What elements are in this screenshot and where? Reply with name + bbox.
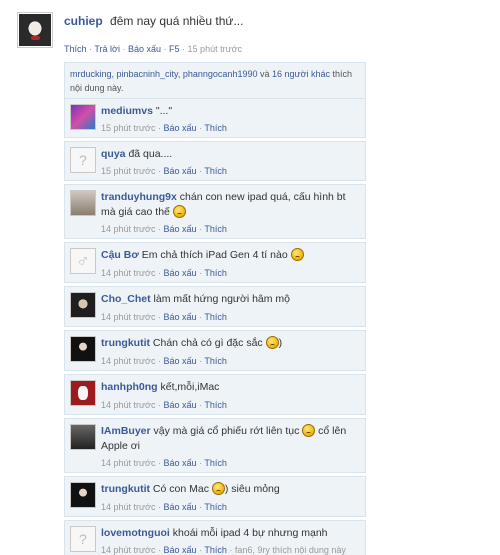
comment-item: lovemotnguoi khoái mỗi ipad 4 bự nhưng m…: [64, 520, 366, 555]
comment-item: ♂ Cậu Bơ Em chả thích iPad Gen 4 tí nào …: [64, 242, 366, 283]
post-text: đêm nay quá nhiều thứ...: [110, 14, 244, 28]
comment-time: 14 phút trước: [101, 400, 156, 410]
post-author-avatar[interactable]: [17, 12, 53, 48]
male-icon: ♂: [71, 249, 95, 273]
sad-emoticon-icon: [302, 424, 316, 437]
comment-item: mediumvs "..." 15 phút trước · Báo xấu ·…: [64, 98, 366, 138]
post-report-link[interactable]: Báo xấu: [128, 44, 161, 54]
comment-text: vậy mà giá cổ phiếu rớt liên tục: [153, 425, 300, 437]
post-f5-link[interactable]: F5: [169, 44, 180, 54]
comment-avatar[interactable]: ♂: [70, 248, 96, 274]
like-link[interactable]: Thích: [204, 268, 227, 278]
comment-text: đã qua....: [128, 148, 173, 160]
comment-time: 15 phút trước: [101, 166, 156, 176]
comment-item: hanhph0ng kết,mỗi,iMac 14 phút trước · B…: [64, 374, 366, 415]
comment-avatar[interactable]: [70, 104, 96, 130]
like-link[interactable]: Thích: [204, 312, 227, 322]
comment-avatar[interactable]: [70, 380, 96, 406]
like-link[interactable]: Thích: [204, 545, 227, 555]
post-author-link[interactable]: cuhiep: [64, 14, 103, 28]
report-link[interactable]: Báo xấu: [163, 458, 196, 468]
comment-likes: fan6, 9ry thích nội dung này: [234, 545, 346, 555]
post-time: 15 phút trước: [187, 44, 242, 54]
comment-time: 14 phút trước: [101, 356, 156, 366]
comment-author[interactable]: Cho_Chet: [101, 293, 151, 305]
likes-summary: mrducking, pinbacninh_city, phanngocanh1…: [64, 62, 366, 100]
report-link[interactable]: Báo xấu: [163, 123, 196, 133]
comment-avatar[interactable]: [70, 147, 96, 173]
comment-time: 14 phút trước: [101, 312, 156, 322]
like-link[interactable]: Thích: [204, 356, 227, 366]
report-link[interactable]: Báo xấu: [163, 502, 196, 512]
report-link[interactable]: Báo xấu: [163, 224, 196, 234]
sad-emoticon-icon: [290, 248, 304, 261]
like-link[interactable]: Thích: [204, 166, 227, 176]
post-actions: Thích · Trả lời · Báo xấu · F5 · 15 phút…: [64, 44, 242, 54]
comment-avatar[interactable]: [70, 424, 96, 450]
purple-icon: [71, 105, 95, 129]
comment-author[interactable]: trungkutit: [101, 337, 150, 349]
comment-author[interactable]: trungkutit: [101, 483, 150, 495]
comment-text: Có con Mac: [152, 483, 209, 495]
report-link[interactable]: Báo xấu: [163, 400, 196, 410]
comment-time: 14 phút trước: [101, 502, 156, 512]
smile-emoticon-icon: [211, 482, 225, 495]
comment-list: mediumvs "..." 15 phút trước · Báo xấu ·…: [64, 98, 366, 555]
report-link[interactable]: Báo xấu: [163, 166, 196, 176]
report-link[interactable]: Báo xấu: [163, 312, 196, 322]
comment-item: IAmBuyer vậy mà giá cổ phiếu rớt liên tụ…: [64, 418, 366, 473]
comment-text: Em chả thích iPad Gen 4 tí nào: [141, 249, 288, 261]
red-icon: [71, 381, 95, 405]
comment-item: trungkutit Có con Mac ) siêu mỏng 14 phú…: [64, 476, 366, 517]
comment-time: 15 phút trước: [101, 123, 156, 133]
dark-icon: [71, 293, 95, 317]
comment-item: Cho_Chet làm mất hứng người hâm mộ 14 ph…: [64, 286, 366, 327]
comment-author[interactable]: IAmBuyer: [101, 425, 151, 437]
likers-links[interactable]: mrducking, pinbacninh_city, phanngocanh1…: [70, 69, 257, 79]
placeholder-icon: [71, 527, 95, 551]
like-link[interactable]: Thích: [204, 502, 227, 512]
comment-text: "...": [155, 105, 173, 117]
report-link[interactable]: Báo xấu: [163, 545, 196, 555]
comment-item: quya đã qua.... 15 phút trước · Báo xấu …: [64, 141, 366, 181]
dark2-icon: [71, 337, 95, 361]
comment-author[interactable]: tranduyhung9x: [101, 191, 177, 203]
comment-author[interactable]: Cậu Bơ: [101, 249, 139, 261]
other-likers-link[interactable]: 16 người khác: [272, 69, 330, 79]
comment-time: 14 phút trước: [101, 224, 156, 234]
comment-text: Chán chả có gì đặc sắc: [152, 337, 263, 349]
dark2-icon: [71, 483, 95, 507]
comment-time: 14 phút trước: [101, 545, 156, 555]
comment-author[interactable]: quya: [101, 148, 126, 160]
comment-item: tranduyhung9x chán con new ipad quá, cấu…: [64, 184, 366, 239]
post-header: cuhiep đêm nay quá nhiều thứ...: [64, 14, 243, 28]
comment-avatar[interactable]: [70, 482, 96, 508]
post-reply-link[interactable]: Trả lời: [94, 44, 120, 54]
comment-avatar[interactable]: [70, 190, 96, 216]
comment-time: 14 phút trước: [101, 458, 156, 468]
report-link[interactable]: Báo xấu: [163, 356, 196, 366]
street-icon: [71, 425, 95, 449]
like-link[interactable]: Thích: [204, 400, 227, 410]
comment-author[interactable]: mediumvs: [101, 105, 153, 117]
comment-avatar[interactable]: [70, 526, 96, 552]
report-link[interactable]: Báo xấu: [163, 268, 196, 278]
comment-text: khoái mỗi ipad 4 bự nhưng mạnh: [172, 527, 328, 539]
post-like-link[interactable]: Thích: [64, 44, 87, 54]
comment-time: 14 phút trước: [101, 268, 156, 278]
comment-text: kết,mỗi,iMac: [160, 381, 220, 393]
comment-avatar[interactable]: [70, 292, 96, 318]
person-icon: [71, 191, 95, 215]
like-link[interactable]: Thích: [204, 224, 227, 234]
comment-author[interactable]: hanhph0ng: [101, 381, 158, 393]
sad-emoticon-icon: [172, 205, 186, 218]
like-link[interactable]: Thích: [204, 458, 227, 468]
comment-text: làm mất hứng người hâm mộ: [153, 293, 291, 305]
comment-avatar[interactable]: [70, 336, 96, 362]
placeholder-icon: [71, 148, 95, 172]
smile-emoticon-icon: [265, 336, 279, 349]
like-link[interactable]: Thích: [204, 123, 227, 133]
comment-item: trungkutit Chán chả có gì đặc sắc ) 14 p…: [64, 330, 366, 371]
comment-author[interactable]: lovemotnguoi: [101, 527, 170, 539]
